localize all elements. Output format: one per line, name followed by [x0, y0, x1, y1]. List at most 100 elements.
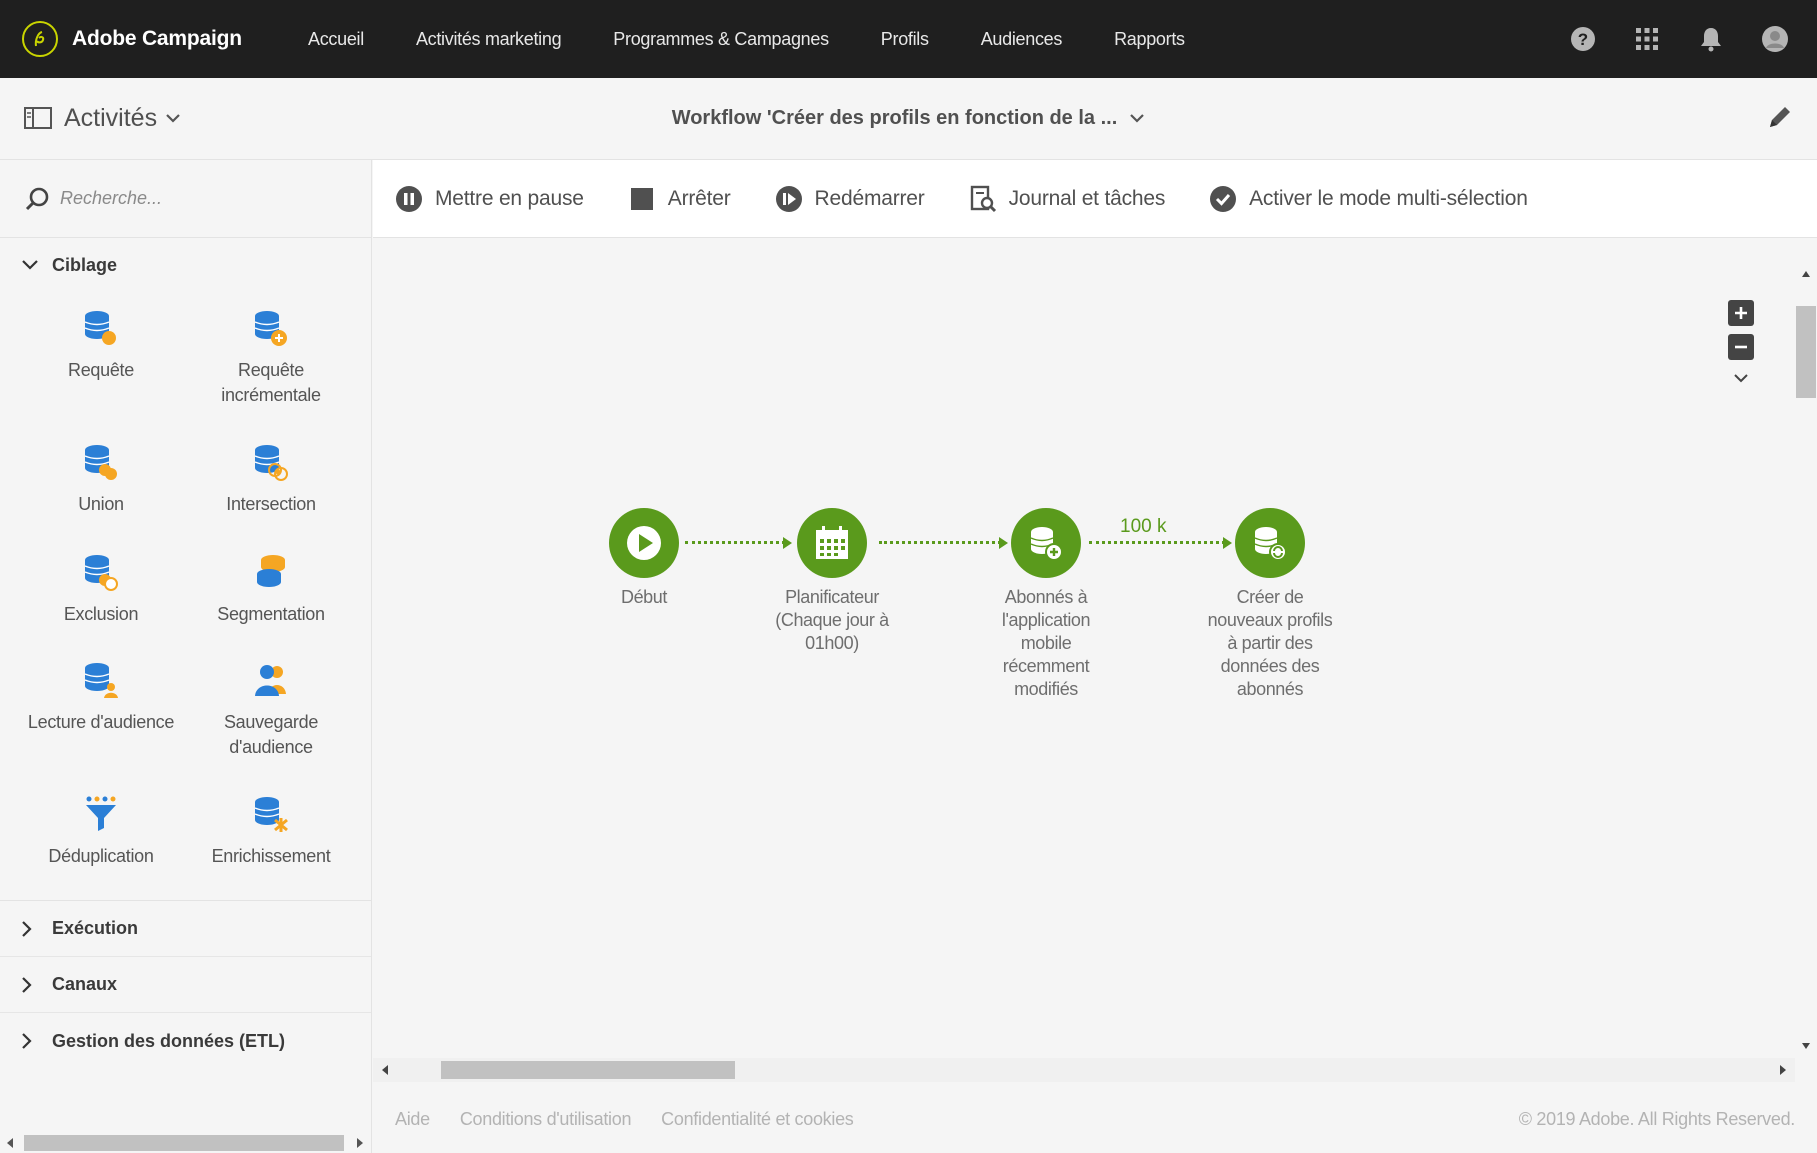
section-label: Exécution: [52, 918, 139, 938]
tile-label: Segmentation: [217, 604, 325, 624]
scroll-right-arrow-icon[interactable]: [356, 1137, 364, 1149]
help-icon[interactable]: ?: [1569, 25, 1597, 53]
stop-button[interactable]: Arrêter: [628, 185, 731, 213]
workflow-node-creer-profils[interactable]: Créer de nouveaux profils à partir des d…: [1205, 508, 1335, 701]
footer-privacy-link[interactable]: Confidentialité et cookies: [661, 1109, 854, 1130]
section-ciblage[interactable]: Ciblage: [0, 238, 371, 292]
multiselect-mode-button[interactable]: Activer le mode multi-sélection: [1209, 185, 1528, 213]
workflow-title: Workflow 'Créer des profils en fonction …: [0, 78, 1817, 158]
journal-label: Journal et tâches: [1008, 186, 1166, 210]
sidebar-horizontal-scrollbar[interactable]: [0, 1131, 372, 1153]
zoom-out-icon[interactable]: [1728, 334, 1754, 360]
section-gestion-donnees[interactable]: Gestion des données (ETL): [0, 1013, 371, 1069]
edit-pencil-icon[interactable]: [1765, 102, 1795, 137]
nav-activites-marketing[interactable]: Activités marketing: [416, 29, 562, 50]
node-label: Abonnés à l'application mobile récemment…: [1001, 587, 1091, 699]
pause-icon: [395, 185, 423, 213]
scroll-left-arrow-icon[interactable]: [381, 1064, 389, 1076]
tile-label: Lecture d'audience: [27, 712, 175, 732]
tile-label: Intersection: [226, 494, 316, 514]
database-intersection-icon: [249, 440, 293, 484]
deduplication-filter-icon: [79, 792, 123, 836]
scroll-down-arrow-icon[interactable]: [1801, 1042, 1811, 1050]
nav-rapports[interactable]: Rapports: [1114, 29, 1185, 50]
scroll-right-arrow-icon[interactable]: [1779, 1064, 1787, 1076]
section-canaux[interactable]: Canaux: [0, 957, 371, 1013]
section-label: Gestion des données (ETL): [52, 1030, 286, 1051]
notifications-bell-icon[interactable]: [1697, 25, 1725, 53]
svg-text:?: ?: [1578, 30, 1588, 49]
tile-label: Exclusion: [63, 604, 139, 624]
workflow-canvas[interactable]: 100 k Début Planificateur (Chaque jour à…: [373, 238, 1797, 1058]
workflow-node-abonnes-app-mobile[interactable]: Abonnés à l'application mobile récemment…: [981, 508, 1111, 701]
page-header: Activités Workflow 'Créer des profils en…: [0, 78, 1817, 160]
canvas-horizontal-scrollbar[interactable]: [373, 1058, 1795, 1082]
canvas-vertical-scrollbar[interactable]: [1795, 264, 1817, 1058]
scrollbar-thumb[interactable]: [441, 1061, 735, 1079]
footer-terms-link[interactable]: Conditions d'utilisation: [460, 1109, 632, 1130]
chevron-down-icon: [22, 260, 40, 270]
activities-sidebar: Ciblage Requête Requête incrémentale Uni…: [0, 160, 372, 1153]
database-incremental-icon: [249, 306, 293, 350]
nav-profils[interactable]: Profils: [881, 29, 929, 50]
tile-label: Enrichissement: [211, 846, 331, 866]
activity-exclusion[interactable]: Exclusion: [16, 536, 186, 644]
scroll-up-arrow-icon[interactable]: [1801, 270, 1811, 278]
scrollbar-thumb[interactable]: [1796, 306, 1816, 398]
nav-programmes-campagnes[interactable]: Programmes & Campagnes: [613, 29, 829, 50]
user-avatar-icon[interactable]: [1761, 25, 1789, 53]
footer-help-link[interactable]: Aide: [395, 1109, 430, 1130]
nav-accueil[interactable]: Accueil: [308, 29, 364, 50]
activity-enrichissement[interactable]: Enrichissement: [186, 778, 356, 890]
scrollbar-thumb[interactable]: [24, 1135, 344, 1151]
activity-requete-incrementale[interactable]: Requête incrémentale: [186, 292, 356, 426]
activity-sauvegarde-audience[interactable]: Sauvegarde d'audience: [186, 644, 356, 778]
restart-icon: [775, 185, 803, 213]
brand-name: Adobe Campaign: [72, 27, 242, 50]
play-icon: [609, 508, 679, 578]
node-label: Début: [620, 587, 668, 607]
ciblage-activities-grid: Requête Requête incrémentale Union Inter…: [0, 292, 371, 901]
activity-requete[interactable]: Requête: [16, 292, 186, 426]
journal-search-icon: [969, 185, 997, 213]
scroll-left-arrow-icon[interactable]: [6, 1137, 14, 1149]
database-enrichment-icon: [249, 792, 293, 836]
check-circle-icon: [1209, 185, 1237, 213]
restart-button[interactable]: Redémarrer: [775, 185, 925, 213]
chevron-right-icon: [22, 976, 40, 993]
tile-label: Déduplication: [48, 846, 154, 866]
zoom-controls: [1728, 300, 1754, 388]
workflow-node-planificateur[interactable]: Planificateur (Chaque jour à 01h00): [757, 508, 907, 655]
activity-deduplication[interactable]: Déduplication: [16, 778, 186, 890]
brand[interactable]: Adobe Campaign: [22, 21, 308, 57]
activity-intersection[interactable]: Intersection: [186, 426, 356, 536]
activity-union[interactable]: Union: [16, 426, 186, 536]
chevron-right-icon: [22, 920, 40, 937]
activity-search: [0, 160, 371, 238]
transition-count-label: 100 k: [1120, 516, 1167, 537]
tile-label: Union: [78, 494, 124, 514]
chevron-down-icon[interactable]: [1129, 113, 1145, 123]
tile-label: Requête: [68, 360, 134, 380]
workflow-title-text[interactable]: Workflow 'Créer des profils en fonction …: [672, 107, 1118, 130]
page-footer: Aide Conditions d'utilisation Confidenti…: [373, 1085, 1817, 1153]
pause-button[interactable]: Mettre en pause: [395, 185, 584, 213]
section-execution[interactable]: Exécution: [0, 901, 371, 957]
chevron-down-icon[interactable]: [1733, 370, 1749, 388]
multiselect-label: Activer le mode multi-sélection: [1249, 186, 1528, 210]
tile-label: Requête incrémentale: [221, 360, 321, 405]
activity-segmentation[interactable]: Segmentation: [186, 536, 356, 644]
activity-lecture-audience[interactable]: Lecture d'audience: [16, 644, 186, 778]
journal-tasks-button[interactable]: Journal et tâches: [969, 185, 1166, 213]
apps-grid-icon[interactable]: [1633, 25, 1661, 53]
search-input[interactable]: [60, 188, 320, 209]
zoom-in-icon[interactable]: [1728, 300, 1754, 326]
nav-audiences[interactable]: Audiences: [981, 29, 1063, 50]
database-read-audience-icon: [79, 658, 123, 702]
database-add-icon: [1011, 508, 1081, 578]
workflow-node-debut[interactable]: Début: [571, 508, 717, 609]
database-union-icon: [79, 440, 123, 484]
database-exclusion-icon: [79, 550, 123, 594]
node-label: Créer de nouveaux profils à partir des d…: [1207, 587, 1333, 699]
pause-label: Mettre en pause: [435, 186, 584, 210]
